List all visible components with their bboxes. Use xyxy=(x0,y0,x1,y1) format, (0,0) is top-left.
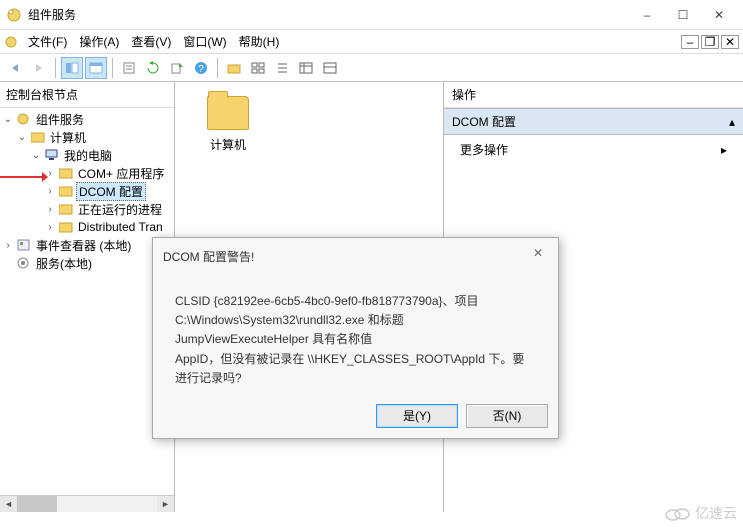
tree-header: 控制台根节点 xyxy=(0,82,174,108)
tree-label: 组件服务 xyxy=(34,111,86,128)
help-button[interactable]: ? xyxy=(190,57,212,79)
tree-scrollbar-h[interactable]: ◄ ► xyxy=(0,495,174,512)
menu-window[interactable]: 窗口(W) xyxy=(177,31,232,52)
computer-icon xyxy=(45,149,59,161)
expand-icon[interactable]: › xyxy=(2,240,14,251)
menubar: 文件(F) 操作(A) 查看(V) 窗口(W) 帮助(H) – ❐ ✕ xyxy=(0,30,743,54)
tree-label: Distributed Tran xyxy=(76,220,165,234)
expand-icon[interactable]: › xyxy=(44,222,56,233)
forward-button[interactable] xyxy=(28,57,50,79)
dialog-text-line: AppID，但没有被记录在 \\HKEY_CLASSES_ROOT\AppId … xyxy=(175,350,536,388)
tree-label: DCOM 配置 xyxy=(76,182,146,201)
tree-pane: 控制台根节点 ⌄ 组件服务 ⌄ 计算机 ⌄ 我的电脑 › COM+ 应用程序 xyxy=(0,82,175,512)
chevron-right-icon: ▸ xyxy=(721,143,727,157)
scroll-thumb[interactable] xyxy=(17,496,57,512)
tree-node-event-viewer[interactable]: › 事件查看器 (本地) xyxy=(0,236,174,254)
list-item-label: 计算机 xyxy=(210,136,246,153)
dialog-titlebar[interactable]: DCOM 配置警告! ✕ xyxy=(153,238,558,274)
export-button[interactable] xyxy=(166,57,188,79)
tree-label: 服务(本地) xyxy=(34,255,94,272)
minimize-button[interactable]: – xyxy=(629,2,665,28)
tree[interactable]: ⌄ 组件服务 ⌄ 计算机 ⌄ 我的电脑 › COM+ 应用程序 › xyxy=(0,108,174,495)
properties-button[interactable] xyxy=(118,57,140,79)
view-list-button[interactable] xyxy=(271,57,293,79)
yes-button[interactable]: 是(Y) xyxy=(376,404,458,428)
expand-icon[interactable]: › xyxy=(44,204,56,215)
menu-file[interactable]: 文件(F) xyxy=(22,31,73,52)
watermark-text: 亿速云 xyxy=(695,503,737,523)
tree-label: COM+ 应用程序 xyxy=(76,165,166,182)
collapse-icon[interactable]: ⌄ xyxy=(30,150,42,161)
refresh-button[interactable] xyxy=(142,57,164,79)
svg-text:?: ? xyxy=(198,64,204,75)
view-detail-button[interactable] xyxy=(295,57,317,79)
folder-icon xyxy=(59,185,73,197)
window-title: 组件服务 xyxy=(28,6,629,23)
tree-node-my-computer[interactable]: ⌄ 我的电脑 xyxy=(0,146,174,164)
workspace-restore-icon[interactable]: ❐ xyxy=(701,35,719,49)
scroll-right-icon[interactable]: ► xyxy=(157,496,174,512)
dialog-title: DCOM 配置警告! xyxy=(163,248,528,265)
tree-node-services[interactable]: 服务(本地) xyxy=(0,254,174,272)
tree-node-distributed-tran[interactable]: › Distributed Tran xyxy=(0,218,174,236)
tree-label: 计算机 xyxy=(48,129,88,146)
tree-label: 我的电脑 xyxy=(62,147,114,164)
expand-icon[interactable]: › xyxy=(44,186,56,197)
app-icon xyxy=(6,7,22,23)
no-button[interactable]: 否(N) xyxy=(466,404,548,428)
folder-icon xyxy=(59,167,73,179)
back-button[interactable] xyxy=(4,57,26,79)
dialog-text-line: C:\Windows\System32\rundll32.exe 和标题 Jum… xyxy=(175,311,536,349)
folder-icon xyxy=(59,221,73,233)
view-detail2-button[interactable] xyxy=(319,57,341,79)
menubar-icon xyxy=(4,35,18,49)
dialog-text-line: CLSID {c82192ee-6cb5-4bc0-9ef0-fb8187737… xyxy=(175,292,536,311)
close-button[interactable]: ✕ xyxy=(701,2,737,28)
section-arrow-icon: ▴ xyxy=(729,115,735,129)
dialog-actions: 是(Y) 否(N) xyxy=(153,398,558,438)
folder-icon xyxy=(207,96,249,130)
action-section-label: DCOM 配置 xyxy=(452,113,516,130)
annotation-arrow-icon xyxy=(0,169,48,185)
list-item[interactable]: 计算机 xyxy=(193,96,263,153)
tree-label: 正在运行的进程 xyxy=(76,201,164,218)
scroll-left-icon[interactable]: ◄ xyxy=(0,496,17,512)
action-more-label: 更多操作 xyxy=(460,141,508,158)
watermark: 亿速云 xyxy=(663,503,737,523)
collapse-icon[interactable]: ⌄ xyxy=(2,114,14,125)
dialog-dcom-warning: DCOM 配置警告! ✕ CLSID {c82192ee-6cb5-4bc0-9… xyxy=(152,237,559,439)
view-folder-button[interactable] xyxy=(223,57,245,79)
tree-node-component-services[interactable]: ⌄ 组件服务 xyxy=(0,110,174,128)
view-tile-button[interactable] xyxy=(247,57,269,79)
titlebar: 组件服务 – ☐ ✕ xyxy=(0,0,743,30)
action-more[interactable]: 更多操作 ▸ xyxy=(444,135,743,164)
component-services-icon xyxy=(17,113,31,125)
menu-help[interactable]: 帮助(H) xyxy=(233,31,286,52)
collapse-icon[interactable]: ⌄ xyxy=(16,132,28,143)
action-section[interactable]: DCOM 配置 ▴ xyxy=(444,108,743,135)
services-icon xyxy=(17,257,31,269)
toolbar: ? xyxy=(0,54,743,82)
maximize-button[interactable]: ☐ xyxy=(665,2,701,28)
show-tree-button[interactable] xyxy=(61,57,83,79)
menu-action[interactable]: 操作(A) xyxy=(73,31,125,52)
workspace-min-icon[interactable]: – xyxy=(681,35,699,49)
dialog-body: CLSID {c82192ee-6cb5-4bc0-9ef0-fb8187737… xyxy=(153,274,558,398)
folder-icon xyxy=(31,131,45,143)
dialog-close-button[interactable]: ✕ xyxy=(528,246,548,266)
toolbar-btn-2[interactable] xyxy=(85,57,107,79)
tree-label: 事件查看器 (本地) xyxy=(34,237,133,254)
workspace-close-icon[interactable]: ✕ xyxy=(721,35,739,49)
menu-view[interactable]: 查看(V) xyxy=(125,31,177,52)
cloud-icon xyxy=(663,505,691,521)
tree-node-computers[interactable]: ⌄ 计算机 xyxy=(0,128,174,146)
tree-node-running-processes[interactable]: › 正在运行的进程 xyxy=(0,200,174,218)
action-header: 操作 xyxy=(444,82,743,108)
folder-icon xyxy=(59,203,73,215)
event-viewer-icon xyxy=(17,239,31,251)
